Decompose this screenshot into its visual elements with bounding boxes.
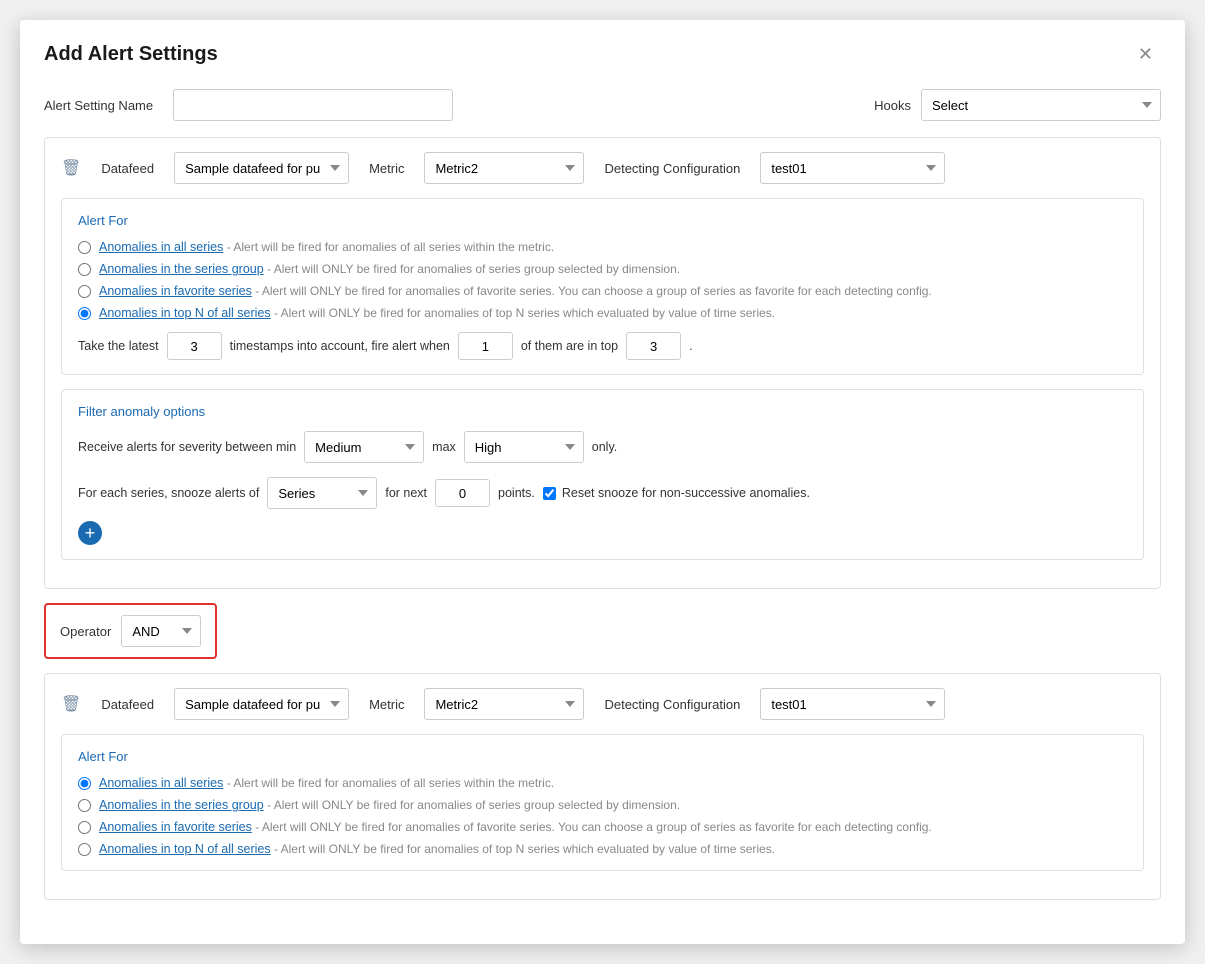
- filter-section-1: Filter anomaly options Receive alerts fo…: [61, 389, 1144, 560]
- modal-title: Add Alert Settings: [44, 43, 218, 66]
- snooze-row-1: For each series, snooze alerts of Series…: [78, 477, 1127, 509]
- metric-label-1: Metric: [369, 161, 404, 176]
- severity-row-1: Receive alerts for severity between min …: [78, 431, 1127, 463]
- top-fields-row: Alert Setting Name Hooks Select: [44, 89, 1161, 121]
- severity-suffix-1: only.: [592, 440, 617, 454]
- hooks-group: Hooks Select: [874, 89, 1161, 121]
- radio-top-n-series-2[interactable]: [78, 843, 91, 856]
- name-label: Alert Setting Name: [44, 98, 153, 113]
- snooze-points-input-1[interactable]: [435, 479, 490, 507]
- condition-header-2: 🗑 Datafeed Sample datafeed for public Me…: [61, 688, 1144, 720]
- operator-label: Operator: [60, 624, 111, 639]
- radio-all-series-1[interactable]: [78, 241, 91, 254]
- add-filter-button-1[interactable]: +: [78, 521, 102, 545]
- timestamps-end-1: .: [689, 339, 692, 353]
- alert-for-title-2: Alert For: [78, 749, 1127, 764]
- radio-item-1b: Anomalies in the series group - Alert wi…: [78, 262, 1127, 276]
- radio-all-series-2[interactable]: [78, 777, 91, 790]
- radio-series-group-2[interactable]: [78, 799, 91, 812]
- radio-favorite-series-1[interactable]: [78, 285, 91, 298]
- radio-item-2b: Anomalies in the series group - Alert wi…: [78, 798, 1127, 812]
- datafeed-label-2: Datafeed: [101, 697, 154, 712]
- metric-select-2[interactable]: Metric2: [424, 688, 584, 720]
- radio-item-1d: Anomalies in top N of all series - Alert…: [78, 306, 1127, 320]
- timestamps-row-1: Take the latest timestamps into account,…: [78, 332, 1127, 360]
- radio-top-n-series-1[interactable]: [78, 307, 91, 320]
- close-button[interactable]: ✕: [1130, 40, 1161, 69]
- timestamps-suffix-1: of them are in top: [521, 339, 618, 353]
- severity-min-select-1[interactable]: Medium Low High Critical: [304, 431, 424, 463]
- detecting-label-2: Detecting Configuration: [604, 697, 740, 712]
- alert-setting-name-input[interactable]: [173, 89, 453, 121]
- reset-snooze-label-1: Reset snooze for non-successive anomalie…: [562, 486, 810, 500]
- timestamps-input-val2-1[interactable]: [458, 332, 513, 360]
- detecting-select-1[interactable]: test01: [760, 152, 945, 184]
- detecting-select-2[interactable]: test01: [760, 688, 945, 720]
- radio-series-group-1[interactable]: [78, 263, 91, 276]
- alert-for-section-1: Alert For Anomalies in all series - Aler…: [61, 198, 1144, 375]
- hooks-label: Hooks: [874, 98, 911, 113]
- metric-label-2: Metric: [369, 697, 404, 712]
- radio-item-2a: Anomalies in all series - Alert will be …: [78, 776, 1127, 790]
- reset-snooze-checkbox-group-1: Reset snooze for non-successive anomalie…: [543, 486, 810, 500]
- timestamps-input-val3-1[interactable]: [626, 332, 681, 360]
- severity-max-select-1[interactable]: High Low Medium Critical: [464, 431, 584, 463]
- modal-container: Add Alert Settings ✕ Alert Setting Name …: [20, 20, 1185, 944]
- reset-snooze-checkbox-1[interactable]: [543, 487, 556, 500]
- snooze-prefix-1: For each series, snooze alerts of: [78, 486, 259, 500]
- snooze-next-1: for next: [385, 486, 427, 500]
- datafeed-label-1: Datafeed: [101, 161, 154, 176]
- severity-max-prefix-1: max: [432, 440, 456, 454]
- metric-select-1[interactable]: Metric2: [424, 152, 584, 184]
- radio-item-1c: Anomalies in favorite series - Alert wil…: [78, 284, 1127, 298]
- snooze-points-suffix-1: points.: [498, 486, 535, 500]
- alert-for-radio-group-1: Anomalies in all series - Alert will be …: [78, 240, 1127, 320]
- datafeed-select-1[interactable]: Sample datafeed for public: [174, 152, 349, 184]
- hooks-select[interactable]: Select: [921, 89, 1161, 121]
- condition-header-1: 🗑 Datafeed Sample datafeed for public Me…: [61, 152, 1144, 184]
- alert-for-radio-group-2: Anomalies in all series - Alert will be …: [78, 776, 1127, 856]
- datafeed-select-2[interactable]: Sample datafeed for public: [174, 688, 349, 720]
- snooze-select-1[interactable]: Series Metric All: [267, 477, 377, 509]
- detecting-label-1: Detecting Configuration: [604, 161, 740, 176]
- alert-for-section-2: Alert For Anomalies in all series - Aler…: [61, 734, 1144, 871]
- condition-block-2: 🗑 Datafeed Sample datafeed for public Me…: [44, 673, 1161, 900]
- timestamps-prefix-1: Take the latest: [78, 339, 159, 353]
- trash-icon-1[interactable]: 🗑: [61, 158, 81, 178]
- radio-item-1a: Anomalies in all series - Alert will be …: [78, 240, 1127, 254]
- trash-icon-2[interactable]: 🗑: [61, 694, 81, 714]
- operator-select[interactable]: AND OR: [121, 615, 201, 647]
- radio-item-2d: Anomalies in top N of all series - Alert…: [78, 842, 1127, 856]
- alert-for-title-1: Alert For: [78, 213, 1127, 228]
- timestamps-mid-1: timestamps into account, fire alert when: [230, 339, 450, 353]
- operator-row: Operator AND OR: [44, 603, 217, 659]
- radio-favorite-series-2[interactable]: [78, 821, 91, 834]
- timestamps-input-val1-1[interactable]: [167, 332, 222, 360]
- modal-header: Add Alert Settings ✕: [44, 40, 1161, 69]
- condition-block-1: 🗑 Datafeed Sample datafeed for public Me…: [44, 137, 1161, 589]
- filter-title-1: Filter anomaly options: [78, 404, 1127, 419]
- severity-prefix-1: Receive alerts for severity between min: [78, 440, 296, 454]
- radio-item-2c: Anomalies in favorite series - Alert wil…: [78, 820, 1127, 834]
